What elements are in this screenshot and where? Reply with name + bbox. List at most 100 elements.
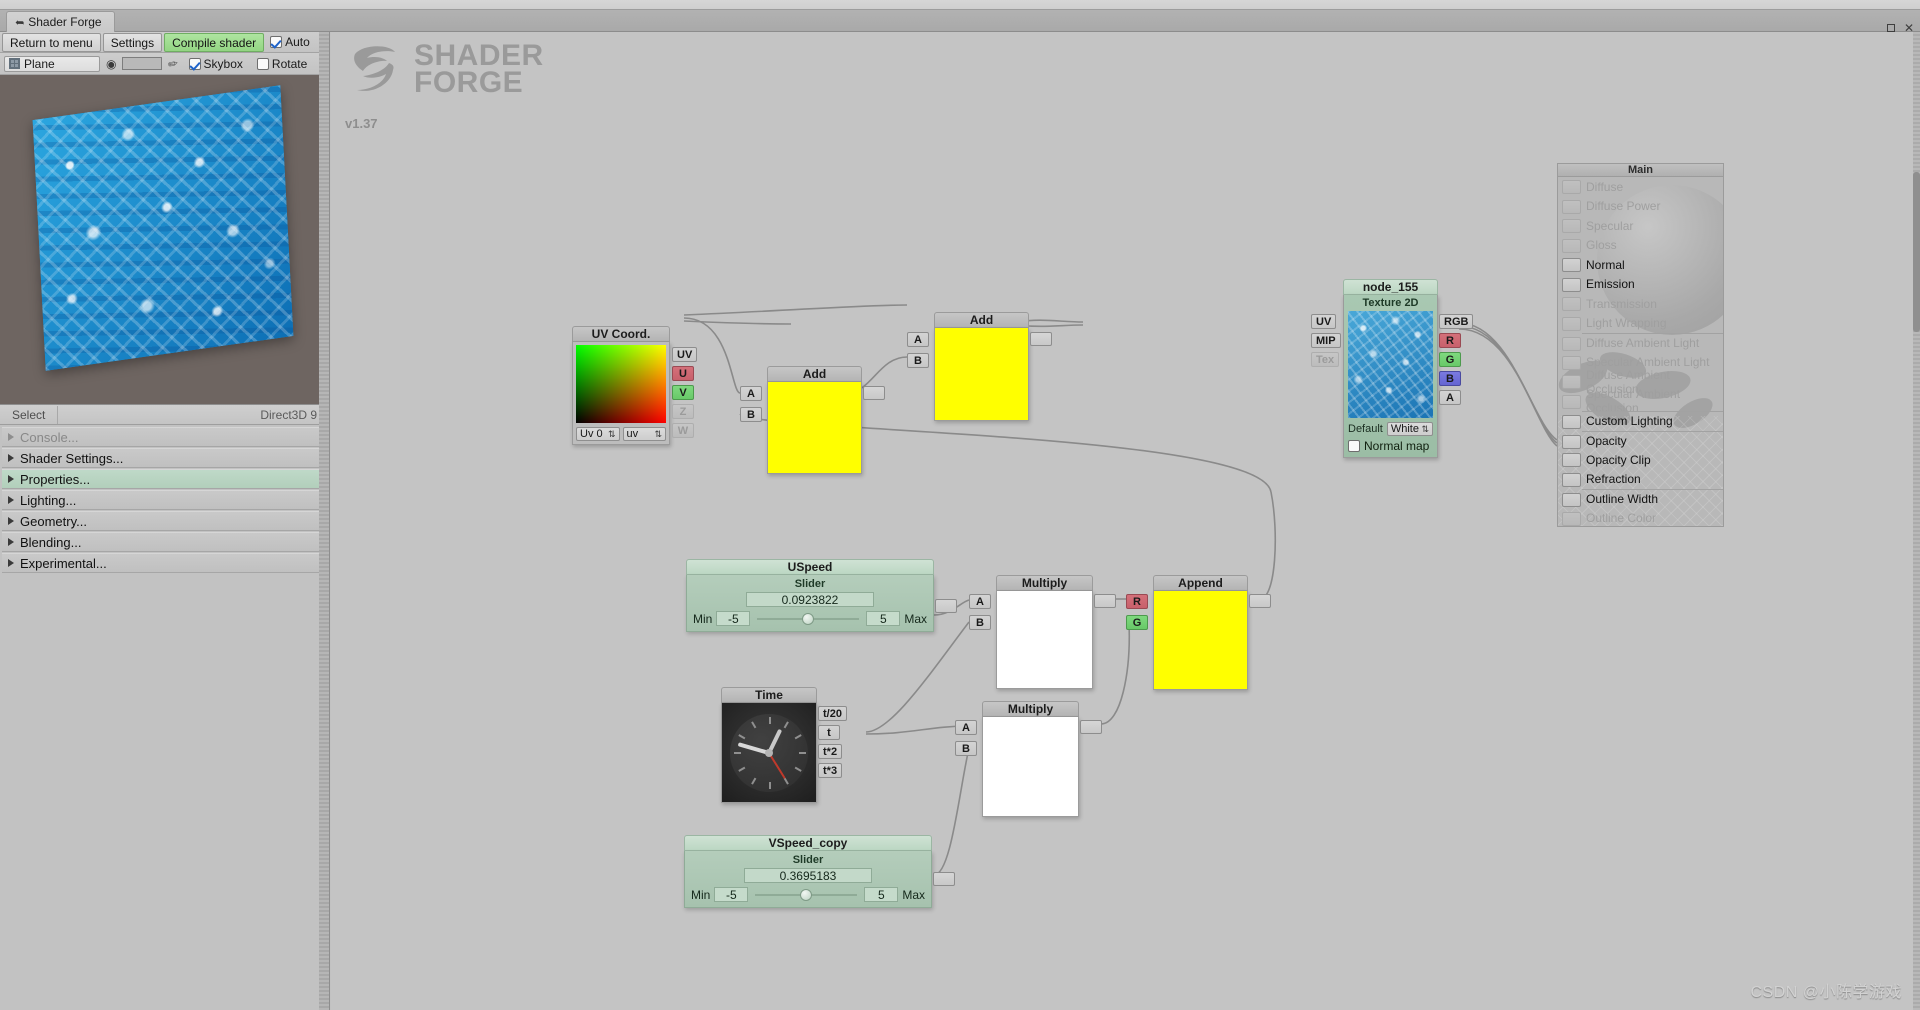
checkbox-icon[interactable] bbox=[188, 57, 201, 70]
settings-button[interactable]: Settings bbox=[102, 33, 163, 52]
port-in-b[interactable]: B bbox=[955, 741, 977, 756]
main-row-normal[interactable]: Normal bbox=[1562, 255, 1723, 275]
vspeed-slider[interactable] bbox=[755, 888, 858, 901]
port-in-b[interactable]: B bbox=[907, 353, 929, 368]
texture-default-dropdown[interactable]: White ⇅ bbox=[1386, 422, 1433, 436]
node-add-small[interactable]: Add A B bbox=[740, 366, 885, 474]
node-append[interactable]: Append R G bbox=[1126, 575, 1271, 690]
select-button[interactable]: Select bbox=[0, 405, 59, 424]
uspeed-slider[interactable] bbox=[757, 612, 860, 625]
sidebar-item-geometry[interactable]: Geometry... bbox=[2, 511, 323, 531]
port-out-t-times-2[interactable]: t*2 bbox=[818, 744, 843, 759]
normal-map-checkbox[interactable]: Normal map bbox=[1348, 439, 1433, 453]
node-vspeed-copy-slider[interactable]: VSpeed_copy Slider 0.3695183 Min -5 5 Ma… bbox=[684, 835, 955, 908]
eyedropper-icon[interactable]: ✏ bbox=[167, 56, 180, 72]
input-slot[interactable] bbox=[1562, 472, 1581, 487]
uspeed-value-field[interactable]: 0.0923822 bbox=[746, 592, 874, 607]
vspeed-min-field[interactable]: -5 bbox=[714, 887, 749, 902]
port-out-g[interactable]: G bbox=[1439, 352, 1461, 367]
sidebar-item-experimental[interactable]: Experimental... bbox=[2, 553, 323, 573]
maximize-icon[interactable] bbox=[1886, 24, 1895, 32]
skybox-checkbox[interactable]: Skybox bbox=[185, 57, 247, 71]
port-in-a[interactable]: A bbox=[969, 594, 991, 609]
port-in-uv[interactable]: UV bbox=[1311, 314, 1337, 329]
main-row-emission[interactable]: Emission bbox=[1562, 275, 1723, 295]
input-slot[interactable] bbox=[1562, 434, 1581, 449]
vspeed-max-field[interactable]: 5 bbox=[864, 887, 899, 902]
input-slot[interactable] bbox=[1562, 219, 1581, 233]
port-in-b[interactable]: B bbox=[740, 407, 762, 422]
slider-knob[interactable] bbox=[800, 888, 813, 901]
input-slot[interactable] bbox=[1562, 453, 1581, 467]
return-to-menu-button[interactable]: Return to menu bbox=[2, 33, 101, 52]
input-slot[interactable] bbox=[1562, 180, 1581, 194]
input-slot[interactable] bbox=[1562, 199, 1581, 214]
main-row-diffuse[interactable]: Diffuse bbox=[1562, 177, 1723, 197]
main-row-light-wrapping[interactable]: Light Wrapping bbox=[1562, 314, 1723, 334]
port-out-rgb[interactable]: RGB bbox=[1439, 314, 1474, 329]
main-row-diffuse-power[interactable]: Diffuse Power bbox=[1562, 197, 1723, 217]
sidebar-item-properties[interactable]: Properties... bbox=[2, 469, 323, 489]
sidebar-item-shader-settings[interactable]: Shader Settings... bbox=[2, 448, 323, 468]
port-in-r[interactable]: R bbox=[1126, 594, 1148, 609]
port-out-b[interactable]: B bbox=[1439, 371, 1461, 386]
main-row-diffuse-ambient-light[interactable]: Diffuse Ambient Light bbox=[1562, 333, 1723, 353]
mesh-selector[interactable]: Plane bbox=[4, 55, 100, 72]
input-slot[interactable] bbox=[1562, 493, 1581, 507]
left-panel-scrollbar[interactable] bbox=[319, 32, 329, 1010]
port-out[interactable] bbox=[863, 386, 885, 400]
checkbox-icon[interactable] bbox=[1348, 440, 1360, 452]
uv-set-dropdown[interactable]: uv ⇅ bbox=[622, 427, 666, 441]
node-main-output[interactable]: Main Diffuse Diffuse Power Specular Glos… bbox=[1557, 163, 1724, 527]
port-out-t[interactable]: t bbox=[818, 725, 840, 740]
port-in-tex[interactable]: Tex bbox=[1311, 352, 1340, 367]
shader-preview-viewport[interactable] bbox=[0, 75, 329, 405]
input-slot[interactable] bbox=[1562, 297, 1581, 311]
auto-compile-checkbox[interactable]: Auto bbox=[266, 33, 314, 51]
scrollbar-thumb[interactable] bbox=[1913, 172, 1920, 332]
node-uv-coord[interactable]: UV Coord. Uv 0 ⇅ uv ⇅ UV U V Z W bbox=[572, 326, 698, 445]
port-in-b[interactable]: B bbox=[969, 615, 991, 630]
node-time[interactable]: Time t/20 t t*2 t*3 bbox=[721, 687, 847, 803]
main-row-refraction[interactable]: Refraction bbox=[1562, 470, 1723, 490]
sidebar-item-console[interactable]: Console... bbox=[2, 427, 323, 447]
graph-vertical-scrollbar[interactable] bbox=[1913, 32, 1920, 1010]
port-out-t-times-3[interactable]: t*3 bbox=[818, 763, 843, 778]
input-slot[interactable] bbox=[1562, 238, 1581, 253]
uspeed-max-field[interactable]: 5 bbox=[866, 611, 901, 626]
uspeed-min-field[interactable]: -5 bbox=[716, 611, 751, 626]
node-multiply-bottom[interactable]: Multiply A B bbox=[955, 701, 1102, 817]
port-out-u[interactable]: U bbox=[672, 366, 694, 381]
port-out-r[interactable]: R bbox=[1439, 333, 1461, 348]
rotate-checkbox[interactable]: Rotate bbox=[253, 57, 311, 71]
main-row-outline-width[interactable]: Outline Width bbox=[1562, 489, 1723, 509]
node-graph-canvas[interactable]: SHADER FORGE v1.37 UV Coord. Uv 0 ⇅ uv ⇅… bbox=[331, 32, 1920, 1010]
sidebar-item-lighting[interactable]: Lighting... bbox=[2, 490, 323, 510]
input-slot[interactable] bbox=[1562, 375, 1581, 389]
port-out-z[interactable]: Z bbox=[672, 404, 694, 419]
input-slot[interactable] bbox=[1562, 277, 1581, 292]
input-slot[interactable] bbox=[1562, 511, 1581, 526]
input-slot[interactable] bbox=[1562, 316, 1581, 331]
tab-shader-forge[interactable]: ➦ Shader Forge bbox=[6, 11, 115, 32]
node-texture-2d[interactable]: node_155 Texture 2D Default White ⇅ Norm… bbox=[1311, 279, 1474, 458]
main-row-opacity-clip[interactable]: Opacity Clip bbox=[1562, 450, 1723, 470]
target-icon[interactable]: ◉ bbox=[106, 57, 116, 71]
port-out[interactable] bbox=[935, 599, 957, 613]
main-row-custom-lighting[interactable]: Custom Lighting bbox=[1562, 411, 1723, 431]
port-out[interactable] bbox=[1080, 720, 1102, 734]
port-out-v[interactable]: V bbox=[672, 385, 694, 400]
main-row-opacity[interactable]: Opacity bbox=[1562, 430, 1723, 451]
node-add-large[interactable]: Add A B bbox=[907, 312, 1052, 421]
port-out-uv[interactable]: UV bbox=[672, 347, 698, 362]
node-uspeed-slider[interactable]: USpeed Slider 0.0923822 Min -5 5 Max bbox=[686, 559, 957, 632]
port-in-a[interactable]: A bbox=[955, 720, 977, 735]
vspeed-value-field[interactable]: 0.3695183 bbox=[744, 868, 872, 883]
main-row-transmission[interactable]: Transmission bbox=[1562, 294, 1723, 314]
port-in-mip[interactable]: MIP bbox=[1311, 333, 1341, 348]
port-out-t-over-20[interactable]: t/20 bbox=[818, 706, 847, 721]
input-slot[interactable] bbox=[1562, 258, 1581, 272]
port-out-w[interactable]: W bbox=[672, 423, 694, 438]
main-row-specular[interactable]: Specular bbox=[1562, 216, 1723, 236]
input-slot[interactable] bbox=[1562, 337, 1581, 351]
